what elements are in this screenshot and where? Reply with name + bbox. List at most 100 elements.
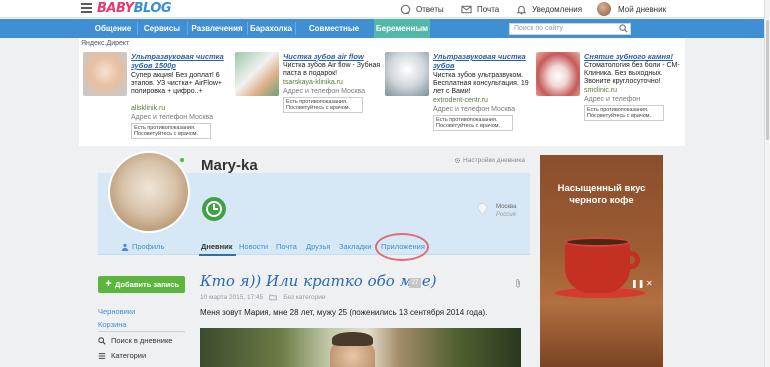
profile-avatar[interactable] xyxy=(108,151,190,233)
diary-settings-link[interactable]: Настройки дневника xyxy=(454,157,525,164)
ad-address[interactable]: Адрес и телефон Москва xyxy=(131,114,213,121)
profile-tabs: Профиль Дневник Новости Почта Друзья Зак… xyxy=(98,238,530,256)
active-tab-indicator xyxy=(199,254,236,256)
drafts-link[interactable]: Черновики xyxy=(98,307,135,316)
ad-address[interactable]: Адрес и телефон xyxy=(584,96,640,103)
ad-warning: Есть противопоказания. Посоветуйтесь с в… xyxy=(283,97,363,113)
pause-icon[interactable]: ❚❚ xyxy=(631,279,644,288)
tab-news[interactable]: Новости xyxy=(239,242,268,251)
comment-count-badge[interactable]: 27 xyxy=(409,278,421,288)
ad-description: Стоматология без боли - СМ-Клиника. Без … xyxy=(584,62,680,85)
profile-link-label: Профиль xyxy=(132,242,165,251)
post-photo[interactable] xyxy=(200,328,521,367)
plus-icon: + xyxy=(105,278,112,290)
categories-label: Категории xyxy=(111,351,147,360)
my-diary-link[interactable]: Мой дневник xyxy=(618,3,666,15)
ad-warning: Есть противопоказания. Посоветуйтесь с в… xyxy=(584,105,664,121)
ad-url[interactable]: allsklinik.ru xyxy=(131,105,165,112)
ad-description: Чистка зубов ультразвуком. Бесплатная ко… xyxy=(433,72,529,95)
clock-icon xyxy=(202,197,226,221)
yandex-direct-ads: Яндекс.Директ Ультразвуковая чистка зубо… xyxy=(79,38,685,146)
ad-warning: Есть противопоказания. Посоветуйтесь с в… xyxy=(131,123,211,139)
nav-fleamarket[interactable]: Барахолка xyxy=(248,19,294,38)
folder-icon xyxy=(269,294,277,301)
search-diary-label: Поиск в дневнике xyxy=(111,336,173,345)
scrollbar-thumb[interactable] xyxy=(766,20,769,140)
post-date: 10 марта 2015, 17:45 xyxy=(200,294,264,301)
gear-icon xyxy=(454,157,461,164)
ad-description: Чистка зубов Air flow - Зубная паста в п… xyxy=(283,62,381,77)
nav-joint-purchases[interactable]: Совместные покупки xyxy=(296,19,372,52)
user-icon xyxy=(121,243,129,251)
sidebar-divider xyxy=(98,331,185,332)
bell-icon xyxy=(516,5,527,15)
answers-link[interactable]: Ответы xyxy=(400,3,444,15)
ad-image[interactable] xyxy=(235,52,279,96)
search-icon[interactable] xyxy=(619,24,628,33)
nav-pregnant[interactable]: Беременным xyxy=(374,19,430,38)
city-label: Москва xyxy=(496,204,517,210)
mail-link[interactable]: Почта xyxy=(461,3,499,15)
nav-services[interactable]: Сервисы xyxy=(138,19,186,38)
list-icon xyxy=(98,352,106,359)
tab-friends[interactable]: Друзья xyxy=(306,242,330,251)
ad-url[interactable]: tsarskaya-klinika.ru xyxy=(283,79,343,86)
coffee-ad-text: Насыщенный вкус черного кофе xyxy=(557,183,646,206)
tab-diary[interactable]: Дневник xyxy=(201,242,233,251)
ads-label: Яндекс.Директ xyxy=(81,40,130,47)
ad-url[interactable]: extrodent-centr.ru xyxy=(433,97,488,104)
ad-image[interactable] xyxy=(536,52,580,96)
tab-bookmarks[interactable]: Закладки xyxy=(339,242,371,251)
my-diary-label: Мой дневник xyxy=(618,4,667,14)
main-nav: Общение Сервисы Развлечения Барахолка Со… xyxy=(0,19,764,52)
ad-description: Супер акция! Без доплат! 6 этапов. УЗ чи… xyxy=(131,72,223,95)
ad-block[interactable]: Чистка зубов air flow Чистка зубов Air f… xyxy=(233,50,383,142)
highlight-circle xyxy=(375,233,429,261)
add-entry-button[interactable]: + Добавить запись xyxy=(98,276,185,293)
user-avatar[interactable] xyxy=(597,2,611,16)
mute-icon[interactable]: ✕ xyxy=(646,279,653,288)
ad-title[interactable]: Ультразвуковая чистка зубов xyxy=(433,52,531,70)
ad-image[interactable] xyxy=(385,52,429,96)
profile-link[interactable]: Профиль xyxy=(121,242,164,251)
mail-icon xyxy=(461,5,472,13)
ad-title[interactable]: Снятие зубного камня! xyxy=(584,52,682,61)
ad-block[interactable]: Снятие зубного камня! Стоматология без б… xyxy=(534,50,684,142)
notifications-label: Уведомления xyxy=(532,4,583,14)
answers-icon xyxy=(400,4,411,15)
cup-graphic xyxy=(565,241,630,293)
post-category[interactable]: Без категории xyxy=(283,294,325,301)
ad-address[interactable]: Адрес и телефон Москва xyxy=(433,106,515,113)
page-scrollbar[interactable] xyxy=(764,0,770,367)
search-input[interactable]: Поиск по сайту xyxy=(509,23,631,35)
ad-warning: Есть противопоказания. Посоветуйтесь с в… xyxy=(433,115,513,131)
menu-icon[interactable] xyxy=(81,3,92,13)
location-pin-icon xyxy=(477,203,488,216)
ad-title[interactable]: Ультразвуковая чистка зубов 1500р xyxy=(131,52,229,70)
tab-mail[interactable]: Почта xyxy=(276,242,297,251)
online-indicator xyxy=(180,158,184,162)
ad-url[interactable]: smclinic.ru xyxy=(584,87,617,94)
coffee-ad[interactable]: Насыщенный вкус черного кофе ❚❚ ✕ xyxy=(540,155,663,367)
ad-block[interactable]: Ультразвуковая чистка зубов Чистка зубов… xyxy=(383,50,533,142)
search-icon xyxy=(98,336,106,345)
nav-communication[interactable]: Общение xyxy=(90,19,136,38)
post-meta: 10 марта 2015, 17:45 Без категории xyxy=(200,294,326,301)
ad-image[interactable] xyxy=(83,52,127,96)
add-entry-label: Добавить запись xyxy=(115,280,180,289)
notifications-link[interactable]: Уведомления xyxy=(516,3,582,15)
coffee-surface-graphic xyxy=(565,237,630,247)
photo-hair xyxy=(332,332,373,346)
profile-name: Mary-ka xyxy=(201,157,258,174)
search-diary-link[interactable]: Поиск в дневнике xyxy=(98,336,172,345)
trash-link[interactable]: Корзина xyxy=(98,320,127,329)
ad-address[interactable]: Адрес и телефон Москва xyxy=(283,88,365,95)
post-title[interactable]: Кто я)) Или кратко обо мне) xyxy=(200,272,437,290)
ad-title[interactable]: Чистка зубов air flow xyxy=(283,52,381,61)
nav-entertainment[interactable]: Развлечения xyxy=(188,19,246,38)
ad-block[interactable]: Ультразвуковая чистка зубов 1500р Супер … xyxy=(81,50,231,142)
site-logo[interactable]: BABYBLOG xyxy=(97,1,172,16)
paperclip-icon[interactable] xyxy=(514,278,522,288)
country-label: Россия xyxy=(496,212,516,218)
categories-link[interactable]: Категории xyxy=(98,351,146,360)
